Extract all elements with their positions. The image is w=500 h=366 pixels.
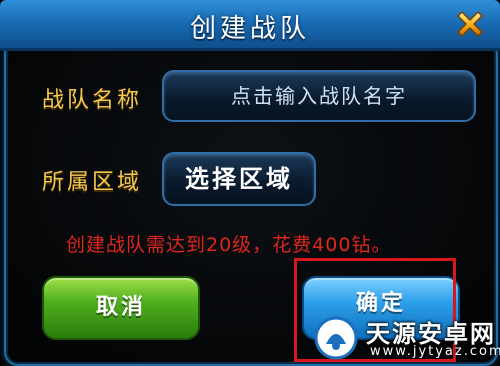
region-select-button[interactable]: 选择区域 [162, 152, 316, 206]
watermark-url: www.jytyaz.com [370, 344, 500, 359]
title-bar: 创建战队 [0, 0, 500, 51]
close-x-icon [457, 11, 483, 37]
close-button[interactable] [452, 6, 488, 42]
cancel-button[interactable]: 取消 [42, 276, 200, 340]
region-label: 所属区域 [42, 170, 143, 195]
level-cost-notice: 创建战队需达到20级，花费400钻。 [66, 234, 392, 256]
watermark-logo-icon [314, 316, 358, 360]
dialog-title: 创建战队 [189, 14, 310, 44]
team-name-input[interactable]: 点击输入战队名字 [162, 70, 476, 122]
site-watermark: 天源安卓网 www.jytyaz.com [314, 312, 500, 364]
team-name-label: 战队名称 [42, 88, 143, 113]
create-team-dialog: 创建战队 战队名称 点击输入战队名字 所属区域 选择区域 创建战队需达到20级，… [0, 0, 500, 366]
